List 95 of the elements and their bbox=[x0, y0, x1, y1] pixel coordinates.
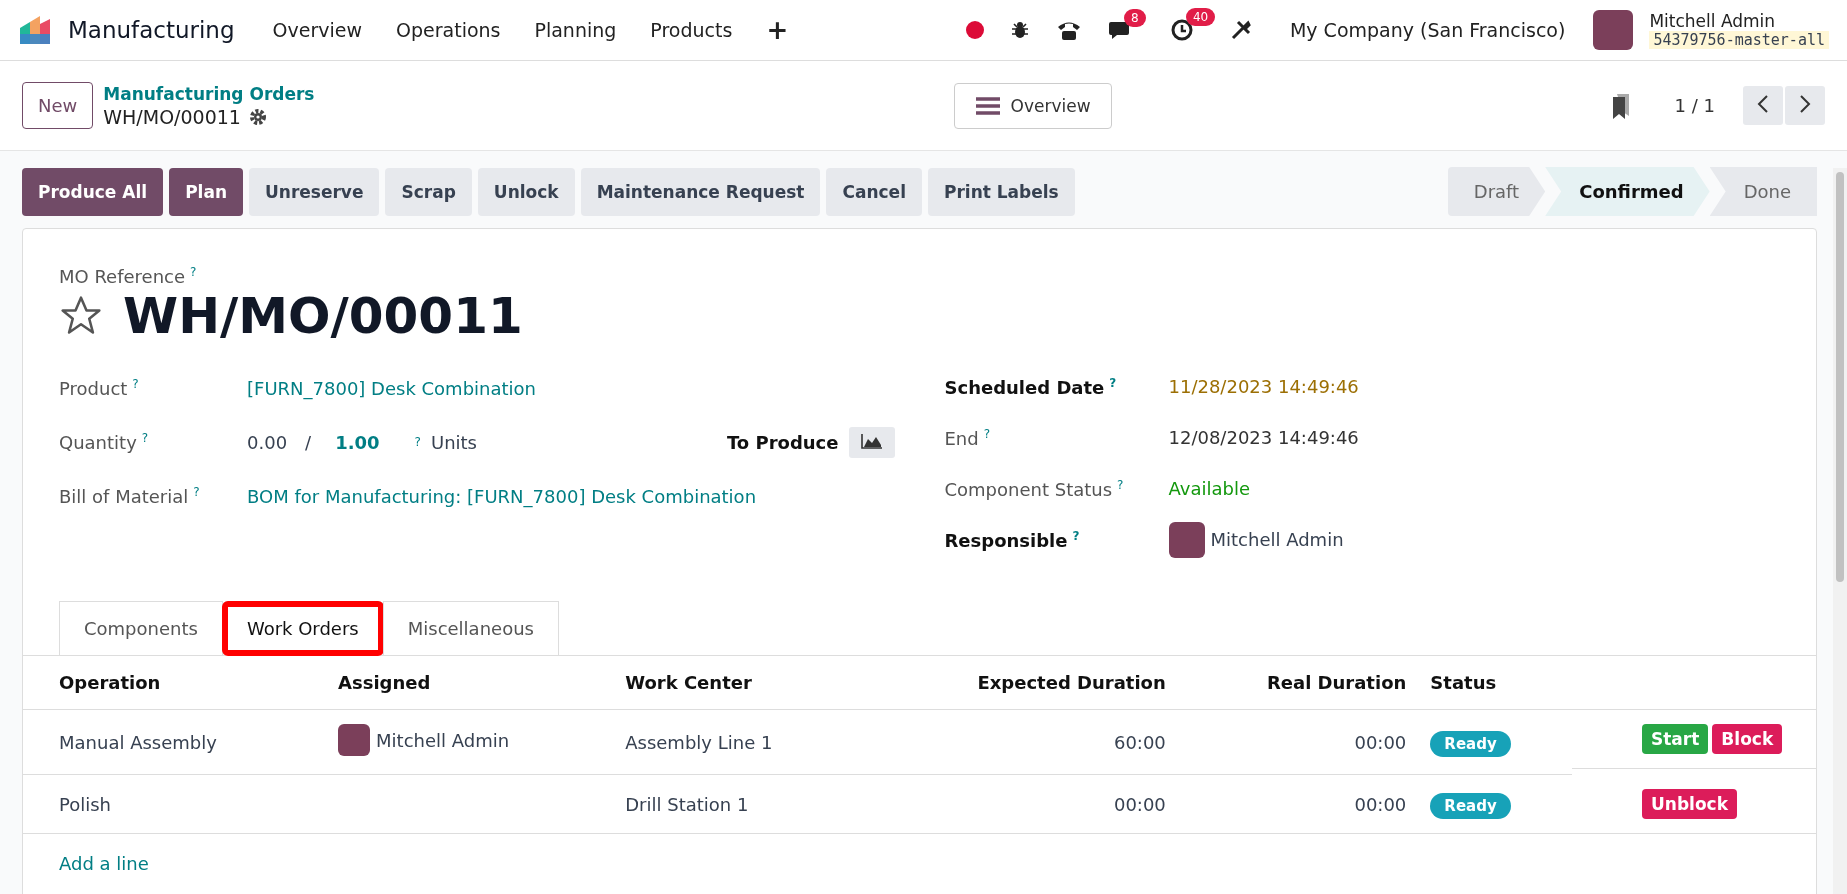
quantity-input[interactable]: 1.00 bbox=[329, 431, 400, 453]
field-label: Quantity bbox=[59, 432, 137, 453]
field-label: End bbox=[944, 427, 979, 449]
clock-icon[interactable] bbox=[1169, 18, 1194, 42]
help-tooltip[interactable]: ? bbox=[1117, 477, 1124, 492]
field-value: 11/28/2023 14:49:46 bbox=[1168, 376, 1359, 397]
status-badge: Ready bbox=[1430, 792, 1511, 819]
help-tooltip[interactable]: ? bbox=[1072, 528, 1080, 543]
bookmark-icon[interactable] bbox=[1610, 92, 1631, 119]
row-action-button[interactable]: Unblock bbox=[1642, 788, 1737, 819]
help-tooltip[interactable]: ? bbox=[141, 431, 149, 445]
status-stage[interactable]: Draft bbox=[1447, 167, 1546, 216]
column-header[interactable]: Real Duration bbox=[1177, 656, 1419, 710]
company-switcher[interactable]: My Company (San Francisco) bbox=[1289, 19, 1566, 41]
field-label: Component Status bbox=[944, 478, 1113, 500]
field-label: Product bbox=[59, 378, 128, 399]
field-label: Bill of Material bbox=[59, 486, 189, 507]
quantity-separator: / bbox=[305, 431, 312, 453]
help-tooltip[interactable]: ? bbox=[414, 435, 421, 449]
to-produce-label: To Produce bbox=[726, 431, 839, 453]
table-cell: Polish bbox=[23, 774, 327, 834]
column-header[interactable]: Work Center bbox=[613, 656, 866, 710]
unit-of-measure: Units bbox=[430, 431, 477, 453]
help-tooltip[interactable]: ? bbox=[1109, 375, 1117, 390]
menu-item[interactable]: Planning bbox=[520, 19, 631, 41]
column-header[interactable]: Status bbox=[1418, 656, 1572, 710]
row-action-button[interactable]: Block bbox=[1712, 724, 1783, 754]
next-button[interactable] bbox=[1785, 86, 1825, 125]
field-link[interactable]: [FURN_7800] Desk Combination bbox=[247, 377, 536, 399]
chevron-right-icon bbox=[1799, 94, 1811, 114]
notebook-tab[interactable]: Miscellaneous bbox=[382, 601, 559, 656]
forecast-button[interactable] bbox=[848, 426, 895, 458]
user-name[interactable]: Mitchell Admin bbox=[1649, 10, 1829, 32]
action-button[interactable]: Scrap bbox=[385, 167, 472, 216]
field-label: MO Reference bbox=[59, 266, 186, 287]
record-dot-icon[interactable] bbox=[965, 21, 984, 39]
menu-icon bbox=[974, 95, 1001, 116]
bug-icon[interactable] bbox=[1009, 20, 1030, 40]
area-chart-icon bbox=[860, 432, 883, 449]
table-cell: 60:00 bbox=[865, 709, 1178, 775]
action-button[interactable]: Plan bbox=[169, 167, 243, 216]
table-cell: Drill Station 1 bbox=[613, 774, 866, 834]
menu-item[interactable]: Overview bbox=[258, 19, 376, 41]
table-cell: 00:00 bbox=[1177, 709, 1419, 775]
pager-value: 1 / 1 bbox=[1674, 95, 1715, 116]
status-badge: Ready bbox=[1430, 730, 1511, 757]
status-stage[interactable]: Done bbox=[1709, 167, 1817, 216]
help-tooltip[interactable]: ? bbox=[190, 265, 197, 279]
user-avatar[interactable] bbox=[1593, 10, 1634, 50]
help-tooltip[interactable]: ? bbox=[983, 426, 991, 441]
app-name[interactable]: Manufacturing bbox=[68, 17, 235, 43]
message-count-badge: 8 bbox=[1123, 9, 1146, 27]
breadcrumb-link[interactable]: Manufacturing Orders bbox=[103, 83, 315, 104]
user-avatar bbox=[1168, 521, 1205, 558]
notebook-tab[interactable]: Components bbox=[59, 601, 223, 656]
overview-button[interactable]: Overview bbox=[953, 82, 1112, 129]
menu-item[interactable]: Products bbox=[636, 19, 747, 41]
table-cell: Manual Assembly bbox=[23, 709, 327, 775]
column-header[interactable]: Assigned bbox=[326, 656, 614, 710]
column-header[interactable]: Operation bbox=[23, 656, 327, 710]
record-title: WH/MO/00011 bbox=[123, 287, 523, 345]
table-cell: 00:00 bbox=[1177, 774, 1419, 834]
table-cell: Assembly Line 1 bbox=[613, 709, 866, 775]
chevron-left-icon bbox=[1757, 94, 1769, 114]
menu-item[interactable]: Operations bbox=[382, 19, 515, 41]
database-name: 54379756-master-all bbox=[1649, 31, 1829, 50]
action-button[interactable]: Maintenance Request bbox=[580, 167, 821, 216]
field-value: Available bbox=[1168, 478, 1250, 499]
record-name: WH/MO/00011 bbox=[103, 105, 241, 128]
action-button[interactable]: Cancel bbox=[826, 167, 922, 216]
help-tooltip[interactable]: ? bbox=[193, 485, 200, 499]
notebook-tab[interactable]: Work Orders bbox=[221, 601, 384, 656]
action-button[interactable]: Produce All bbox=[22, 167, 164, 216]
add-menu-button[interactable]: + bbox=[752, 15, 803, 45]
table-cell: Mitchell Admin bbox=[376, 729, 510, 751]
activity-count-badge: 40 bbox=[1185, 8, 1216, 26]
table-cell: 00:00 bbox=[865, 774, 1178, 834]
previous-button[interactable] bbox=[1743, 86, 1783, 125]
field-label: Responsible bbox=[944, 529, 1068, 551]
new-button[interactable]: New bbox=[22, 82, 94, 129]
produced-quantity: 0.00 bbox=[247, 431, 288, 453]
app-logo-icon[interactable] bbox=[18, 16, 52, 44]
tools-icon[interactable] bbox=[1229, 19, 1252, 41]
field-value: 12/08/2023 14:49:46 bbox=[1168, 427, 1359, 448]
field-value[interactable]: Mitchell Admin bbox=[1210, 529, 1344, 550]
user-avatar bbox=[338, 724, 371, 756]
field-link[interactable]: BOM for Manufacturing: [FURN_7800] Desk Combination bbox=[247, 485, 757, 507]
action-button[interactable]: Unreserve bbox=[249, 167, 380, 216]
help-tooltip[interactable]: ? bbox=[132, 377, 139, 391]
field-label: Scheduled Date bbox=[944, 376, 1105, 398]
add-line-link[interactable]: Add a line bbox=[59, 852, 149, 874]
action-button[interactable]: Print Labels bbox=[927, 167, 1075, 216]
status-stage[interactable]: Confirmed bbox=[1545, 167, 1710, 216]
column-header[interactable]: Expected Duration bbox=[865, 656, 1178, 710]
action-button[interactable]: Unlock bbox=[477, 167, 575, 216]
